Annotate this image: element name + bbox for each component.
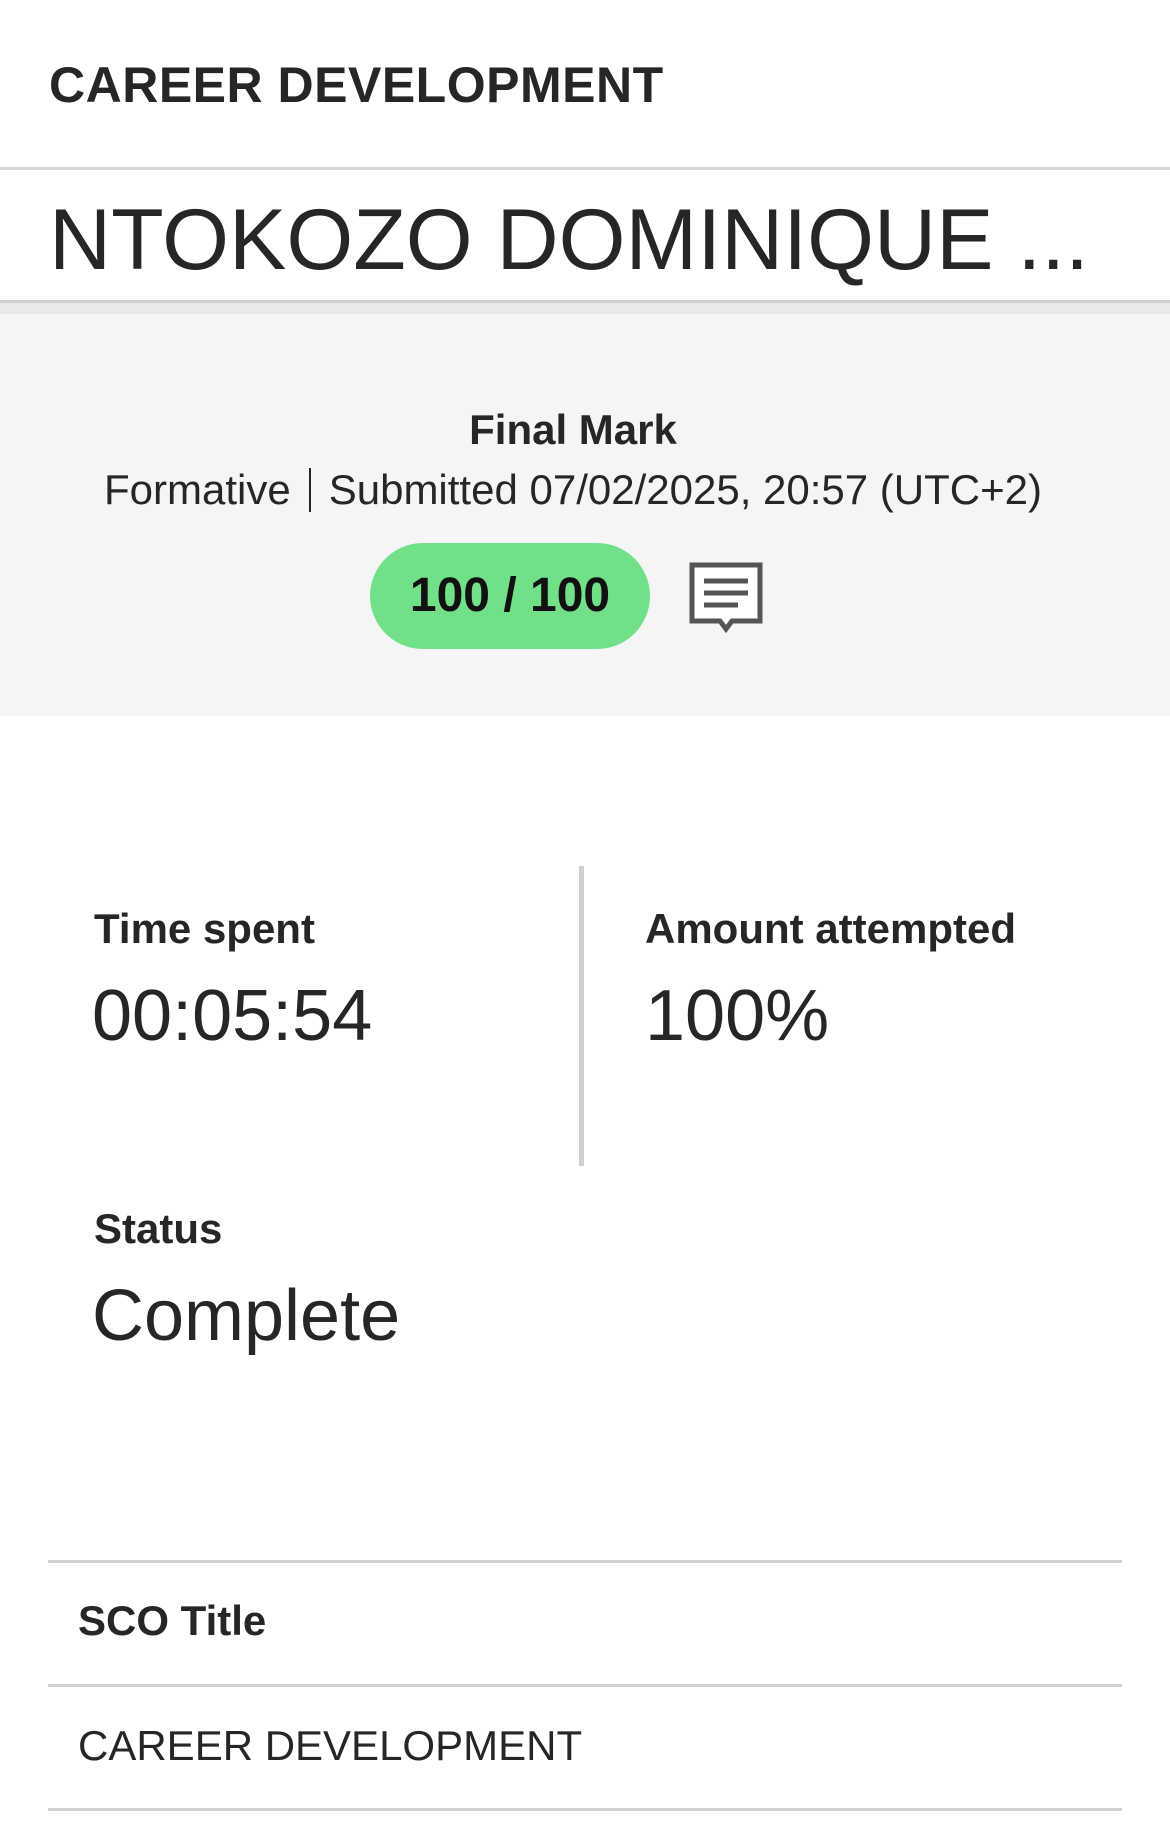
time-spent-label: Time spent	[94, 905, 315, 952]
meta-separator	[308, 468, 311, 512]
table-row[interactable]: CAREER DEVELOPMENT	[78, 1722, 582, 1770]
score-badge[interactable]: 100 / 100	[370, 543, 650, 649]
submitted-timestamp: Submitted 07/02/2025, 20:57 (UTC+2)	[328, 466, 1042, 513]
amount-attempted-label: Amount attempted	[645, 905, 1016, 952]
table-top-divider	[48, 1560, 1122, 1563]
assessment-type: Formative	[104, 466, 291, 513]
course-title: CAREER DEVELOPMENT	[49, 57, 664, 113]
table-header-divider	[48, 1684, 1122, 1687]
status-label: Status	[94, 1205, 223, 1252]
stats-divider	[579, 866, 584, 1166]
final-mark-label: Final Mark	[469, 406, 677, 453]
final-mark-panel: Final Mark Formative Submitted 07/02/2025…	[0, 300, 1170, 716]
page-header: CAREER DEVELOPMENT	[0, 0, 1170, 170]
time-spent-value: 00:05:54	[92, 976, 373, 1056]
submission-meta: Formative Submitted 07/02/2025, 20:57 (UT…	[0, 466, 1146, 514]
sco-title-column-header: SCO Title	[78, 1597, 267, 1644]
user-name-heading: NTOKOZO DOMINIQUE ...	[49, 192, 1090, 288]
status-value: Complete	[92, 1276, 401, 1356]
table-row-divider	[48, 1808, 1122, 1811]
amount-attempted-value: 100%	[645, 976, 830, 1056]
comment-icon[interactable]	[688, 561, 764, 637]
